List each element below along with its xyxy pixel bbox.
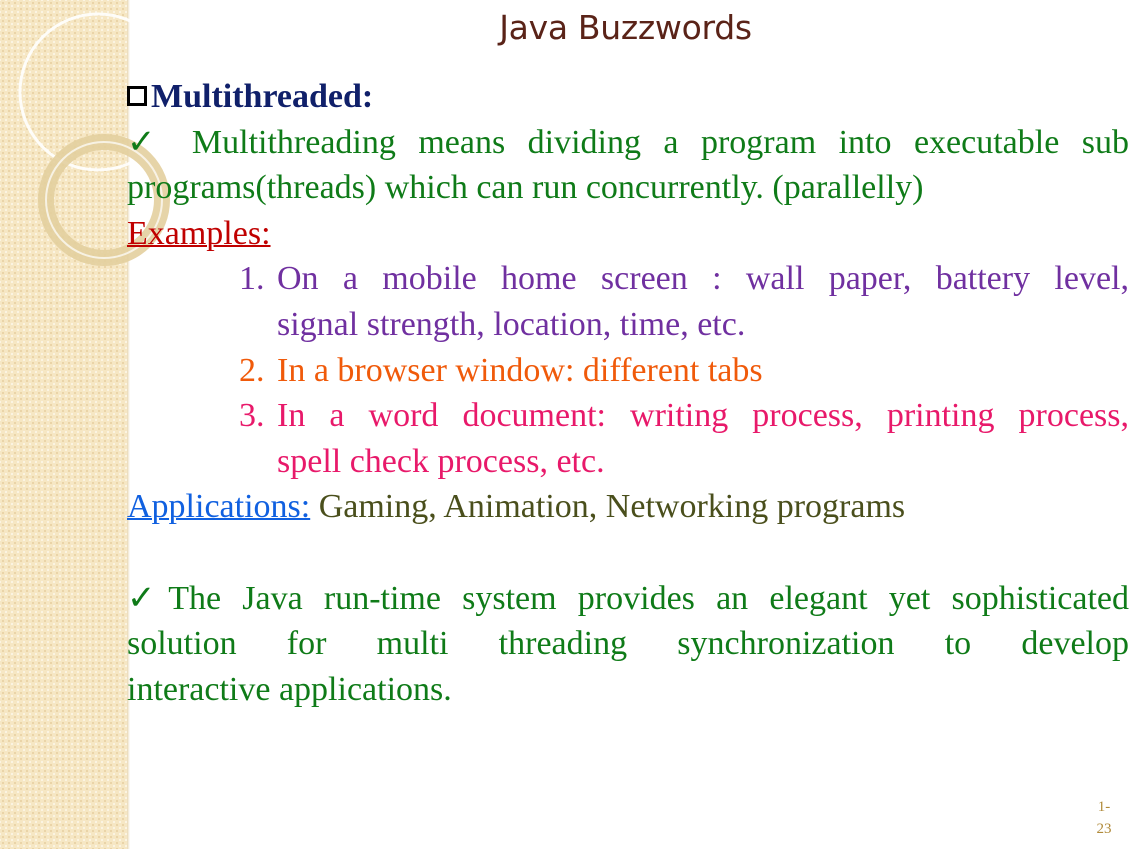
section-heading: Multithreaded:	[127, 74, 1129, 120]
example-3-line-1: In a word document: writing process, pri…	[277, 397, 1129, 435]
heading-text: Multithreaded:	[151, 78, 374, 115]
decorative-side-band	[0, 0, 127, 849]
applications-line: Applications: Gaming, Animation, Network…	[127, 484, 1129, 530]
slide-body: Multithreaded: ✓ Multithreading means di…	[127, 74, 1129, 712]
example-1-line-2: signal strength, location, time, etc.	[277, 305, 746, 343]
checkmark-icon: ✓	[127, 579, 169, 617]
page-number: 1- 23	[1096, 799, 1112, 837]
example-1-line-1: On a mobile home screen : wall paper, ba…	[277, 260, 1129, 298]
intro-line-1: ✓ Multithreading means dividing a progra…	[127, 120, 1129, 166]
intro-line-2: programs(threads) which can run concurre…	[127, 169, 924, 207]
example-item-1: 1. On a mobile home screen : wall paper,…	[127, 256, 1129, 347]
slide-title: Java Buzzwords	[499, 8, 752, 47]
applications-text: Gaming, Animation, Networking programs	[310, 488, 906, 526]
applications-label: Applications:	[127, 488, 311, 526]
examples-heading: Examples:	[127, 211, 1129, 257]
example-item-3: 3. In a word document: writing process, …	[127, 393, 1129, 484]
example-2-line-1: In a browser window: different tabs	[277, 351, 763, 389]
checkmark-icon: ✓	[127, 123, 170, 161]
closing-line-2: solution for multi threading synchroniza…	[127, 625, 1129, 663]
intro-text-1: Multithreading means dividing a program …	[191, 123, 1129, 161]
example-number-1: 1.	[239, 260, 265, 298]
closing-line-1: ✓The Java run-time system provides an el…	[127, 576, 1129, 622]
checkbox-bullet-icon	[127, 86, 147, 106]
example-number-2: 2.	[239, 351, 265, 389]
closing-text-1: The Java run-time system provides an ele…	[168, 579, 1129, 617]
example-item-2: 2. In a browser window: different tabs	[127, 348, 1129, 394]
example-3-line-2: spell check process, etc.	[277, 442, 605, 480]
example-number-3: 3.	[239, 397, 265, 435]
examples-label: Examples:	[127, 214, 271, 252]
closing-line-3: interactive applications.	[127, 670, 452, 708]
